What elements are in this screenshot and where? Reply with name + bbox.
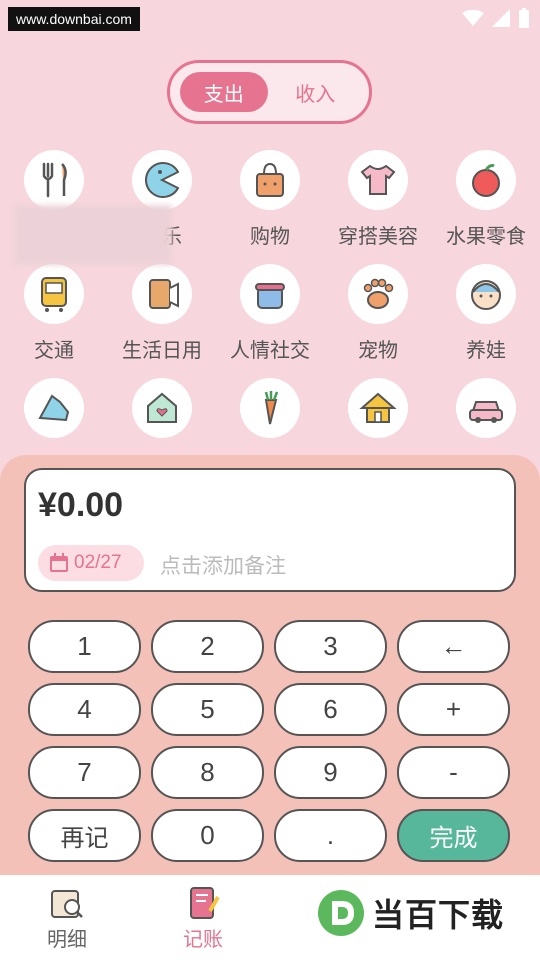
- wifi-icon: [462, 10, 484, 26]
- fork-knife-icon: [42, 162, 67, 198]
- category-label: 养娃: [466, 338, 506, 362]
- key-6[interactable]: 6: [274, 683, 387, 736]
- pot-icon: [255, 283, 285, 309]
- expense-income-toggle[interactable]: 支出 收入: [167, 60, 372, 124]
- pacman-icon: [145, 162, 180, 198]
- key-2[interactable]: 2: [151, 620, 264, 673]
- watermark-logo: 当百下载: [316, 889, 504, 937]
- minus-key[interactable]: -: [397, 746, 510, 799]
- bottom-nav: 明细 记账 当百下载: [0, 875, 540, 960]
- date-text: 02/27: [74, 552, 122, 573]
- category-label: 生活日用: [122, 338, 202, 362]
- category-label: 购物: [250, 224, 290, 248]
- category-social[interactable]: 人情社交: [216, 264, 324, 372]
- category-fruit-snacks[interactable]: 水果零食: [432, 150, 540, 258]
- status-bar: [462, 8, 530, 28]
- date-chip[interactable]: 02/27: [38, 545, 144, 581]
- key-0[interactable]: 0: [151, 809, 264, 862]
- tab-expense[interactable]: 支出: [180, 72, 268, 112]
- paw-icon: [363, 278, 394, 309]
- keypad-panel: ¥0.00 02/27 点击添加备注 1 2 3 ← 4 5 6 + 7 8 9…: [0, 455, 540, 875]
- category-label: 人情社交: [230, 338, 310, 362]
- key-1[interactable]: 1: [28, 620, 141, 673]
- key-4[interactable]: 4: [28, 683, 141, 736]
- category-beauty[interactable]: 穿搭美容: [324, 150, 432, 258]
- key-3[interactable]: 3: [274, 620, 387, 673]
- done-button[interactable]: 完成: [397, 809, 510, 862]
- backspace-key[interactable]: ←: [397, 620, 510, 673]
- bus-icon: [41, 277, 67, 312]
- key-8[interactable]: 8: [151, 746, 264, 799]
- category-shopping[interactable]: 购物: [216, 150, 324, 258]
- category-label: 交通: [34, 338, 74, 362]
- note-input[interactable]: 点击添加备注: [160, 550, 286, 580]
- decimal-key[interactable]: .: [274, 809, 387, 862]
- record-again-button[interactable]: 再记: [28, 809, 141, 862]
- nav-details-label: 明细: [47, 927, 87, 951]
- battery-icon: [519, 8, 529, 28]
- sneaker-icon: [38, 394, 70, 422]
- ledger-search-icon: [51, 890, 83, 918]
- category-label: 宠物: [358, 338, 398, 362]
- calendar-icon: [50, 553, 68, 572]
- shopping-bag-icon: [256, 162, 284, 197]
- notebook-pen-icon: [190, 887, 220, 919]
- key-7[interactable]: 7: [28, 746, 141, 799]
- apple-icon: [472, 164, 500, 197]
- category-transport[interactable]: 交通: [0, 264, 108, 372]
- paper-roll-icon: [149, 279, 179, 309]
- watermark-top: www.downbai.com: [8, 7, 140, 31]
- tab-income[interactable]: 收入: [272, 72, 360, 112]
- category-label: 水果零食: [446, 224, 526, 248]
- home-icon: [359, 392, 397, 423]
- house-heart-icon: [147, 392, 177, 423]
- nav-record[interactable]: 记账: [158, 885, 248, 952]
- car-icon: [469, 401, 503, 423]
- amount-box: ¥0.00 02/27 点击添加备注: [24, 468, 516, 592]
- key-9[interactable]: 9: [274, 746, 387, 799]
- tshirt-icon: [360, 164, 396, 195]
- plus-key[interactable]: +: [397, 683, 510, 736]
- category-label: 穿搭美容: [338, 224, 418, 248]
- watermark-bottom-text: 当百下载: [372, 896, 505, 934]
- category-daily-goods[interactable]: 生活日用: [108, 264, 216, 372]
- signal-icon: [492, 9, 510, 27]
- category-childcare[interactable]: 养娃: [432, 264, 540, 372]
- carrot-icon: [264, 391, 279, 425]
- nav-record-label: 记账: [183, 927, 223, 951]
- downbai-logo-icon: [318, 890, 364, 936]
- blur-mask: [14, 205, 172, 265]
- baby-face-icon: [471, 280, 501, 310]
- category-pets[interactable]: 宠物: [324, 264, 432, 372]
- key-5[interactable]: 5: [151, 683, 264, 736]
- nav-details[interactable]: 明细: [22, 885, 112, 952]
- amount-display: ¥0.00: [38, 486, 124, 524]
